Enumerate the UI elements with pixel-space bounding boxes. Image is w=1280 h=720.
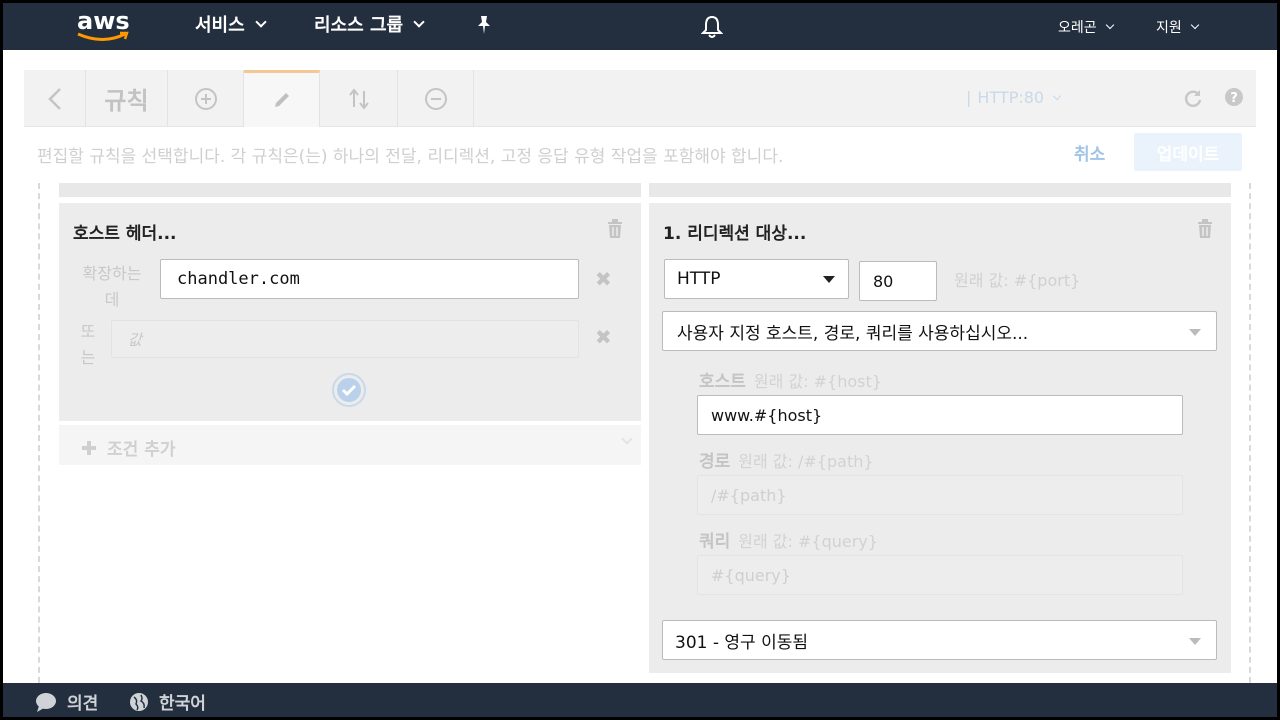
conditions-header-strip <box>59 183 641 197</box>
bell-icon[interactable] <box>701 15 723 39</box>
condition-title: 호스트 헤더... <box>73 224 177 244</box>
remove-value-icon[interactable]: ✖ <box>595 267 612 291</box>
confirm-condition-button[interactable] <box>332 373 366 407</box>
help-icon[interactable]: ? <box>1224 87 1244 107</box>
speech-bubble-icon <box>36 692 56 712</box>
resource-groups-menu[interactable]: 리소스 그룹 <box>314 11 425 37</box>
condition-panel: 호스트 헤더... 확장하는 데 chandler.com ✖ 또 는 값 ✖ <box>59 203 641 421</box>
feedback-link[interactable]: 의견 <box>35 689 98 714</box>
action-title: 1. 리디렉션 대상... <box>663 224 807 244</box>
chevron-down-icon <box>1190 20 1200 30</box>
page-title: 규칙 <box>104 87 149 115</box>
pencil-icon <box>274 93 289 107</box>
action-panel: 1. 리디렉션 대상... HTTP 80 원래 값: #{port} 사용자 … <box>649 203 1231 673</box>
add-condition-button[interactable]: 조건 추가 <box>59 425 641 465</box>
app-frame: aws 서비스 리소스 그룹 오레곤 지원 규칙 | HTTP:80 ? 편집할… <box>3 3 1277 717</box>
redirect-path-input[interactable]: /#{path} <box>697 475 1183 515</box>
region-menu[interactable]: 오레곤 <box>1058 17 1114 37</box>
protocol-select[interactable]: HTTP <box>664 259 849 299</box>
actions-header-strip <box>649 183 1231 197</box>
chevron-down-icon <box>621 433 633 445</box>
chevron-down-icon <box>255 16 267 28</box>
refresh-icon[interactable] <box>1183 88 1203 108</box>
path-label: 경로 원래 값: /#{path} <box>699 452 874 472</box>
rules-toolbar: 규칙 | HTTP:80 ? <box>24 70 1256 127</box>
cancel-button[interactable]: 취소 <box>1074 140 1105 165</box>
chevron-down-icon <box>413 16 425 28</box>
caret-down-icon <box>823 276 835 283</box>
remove-value-icon[interactable]: ✖ <box>595 325 612 349</box>
aws-logo[interactable]: aws <box>75 7 131 45</box>
custom-host-path-query-select[interactable]: 사용자 지정 호스트, 경로, 쿼리를 사용하십시오... <box>662 311 1217 351</box>
trash-icon[interactable] <box>607 219 623 239</box>
back-button[interactable] <box>24 70 86 127</box>
or-label: 또 는 <box>80 322 96 367</box>
chevron-down-icon <box>1105 20 1114 30</box>
sort-arrows-icon <box>348 87 369 110</box>
chevron-left-icon <box>47 87 61 110</box>
plus-circle-icon <box>194 87 217 110</box>
caret-down-icon <box>1189 638 1201 645</box>
footer-bar: 의견 한국어 <box>3 683 1277 717</box>
host-label: 호스트 원래 값: #{host} <box>699 372 882 392</box>
redirect-host-input[interactable]: www.#{host} <box>697 395 1183 435</box>
edit-rule-button[interactable] <box>244 70 320 127</box>
aws-smile-icon <box>77 31 129 41</box>
minus-circle-icon <box>424 87 447 110</box>
instructions-text: 편집할 규칙을 선택합니다. 각 규칙은(는) 하나의 전달, 리디렉션, 고정… <box>37 147 784 167</box>
support-menu[interactable]: 지원 <box>1156 17 1200 37</box>
rules-title-cell: 규칙 <box>86 70 168 127</box>
chevron-down-icon <box>1052 91 1062 100</box>
update-button[interactable]: 업데이트 <box>1134 133 1242 171</box>
host-header-input[interactable]: chandler.com <box>160 259 579 299</box>
add-rule-button[interactable] <box>168 70 244 127</box>
plus-icon <box>82 440 96 455</box>
trash-icon[interactable] <box>1197 219 1213 239</box>
delete-rule-button[interactable] <box>398 70 474 127</box>
check-icon <box>337 378 361 402</box>
language-selector[interactable]: 한국어 <box>129 689 206 714</box>
pin-icon[interactable] <box>475 15 493 35</box>
port-hint: 원래 값: #{port} <box>954 271 1081 290</box>
query-label: 쿼리 원래 값: #{query} <box>699 532 878 552</box>
services-menu[interactable]: 서비스 <box>195 11 267 37</box>
globe-icon <box>130 692 148 711</box>
host-header-extra-input[interactable]: 값 <box>111 320 579 358</box>
caret-down-icon <box>1189 329 1201 336</box>
port-input[interactable]: 80 <box>859 261 937 301</box>
redirect-query-input[interactable]: #{query} <box>697 555 1183 595</box>
svg-text:?: ? <box>1230 91 1238 106</box>
status-code-select[interactable]: 301 - 영구 이동됨 <box>662 620 1217 660</box>
is-label: 확장하는 데 <box>82 264 142 309</box>
reorder-rules-button[interactable] <box>320 70 398 127</box>
listener-selector[interactable]: | HTTP:80 <box>966 88 1062 107</box>
top-navigation: aws 서비스 리소스 그룹 오레곤 지원 <box>3 3 1277 50</box>
